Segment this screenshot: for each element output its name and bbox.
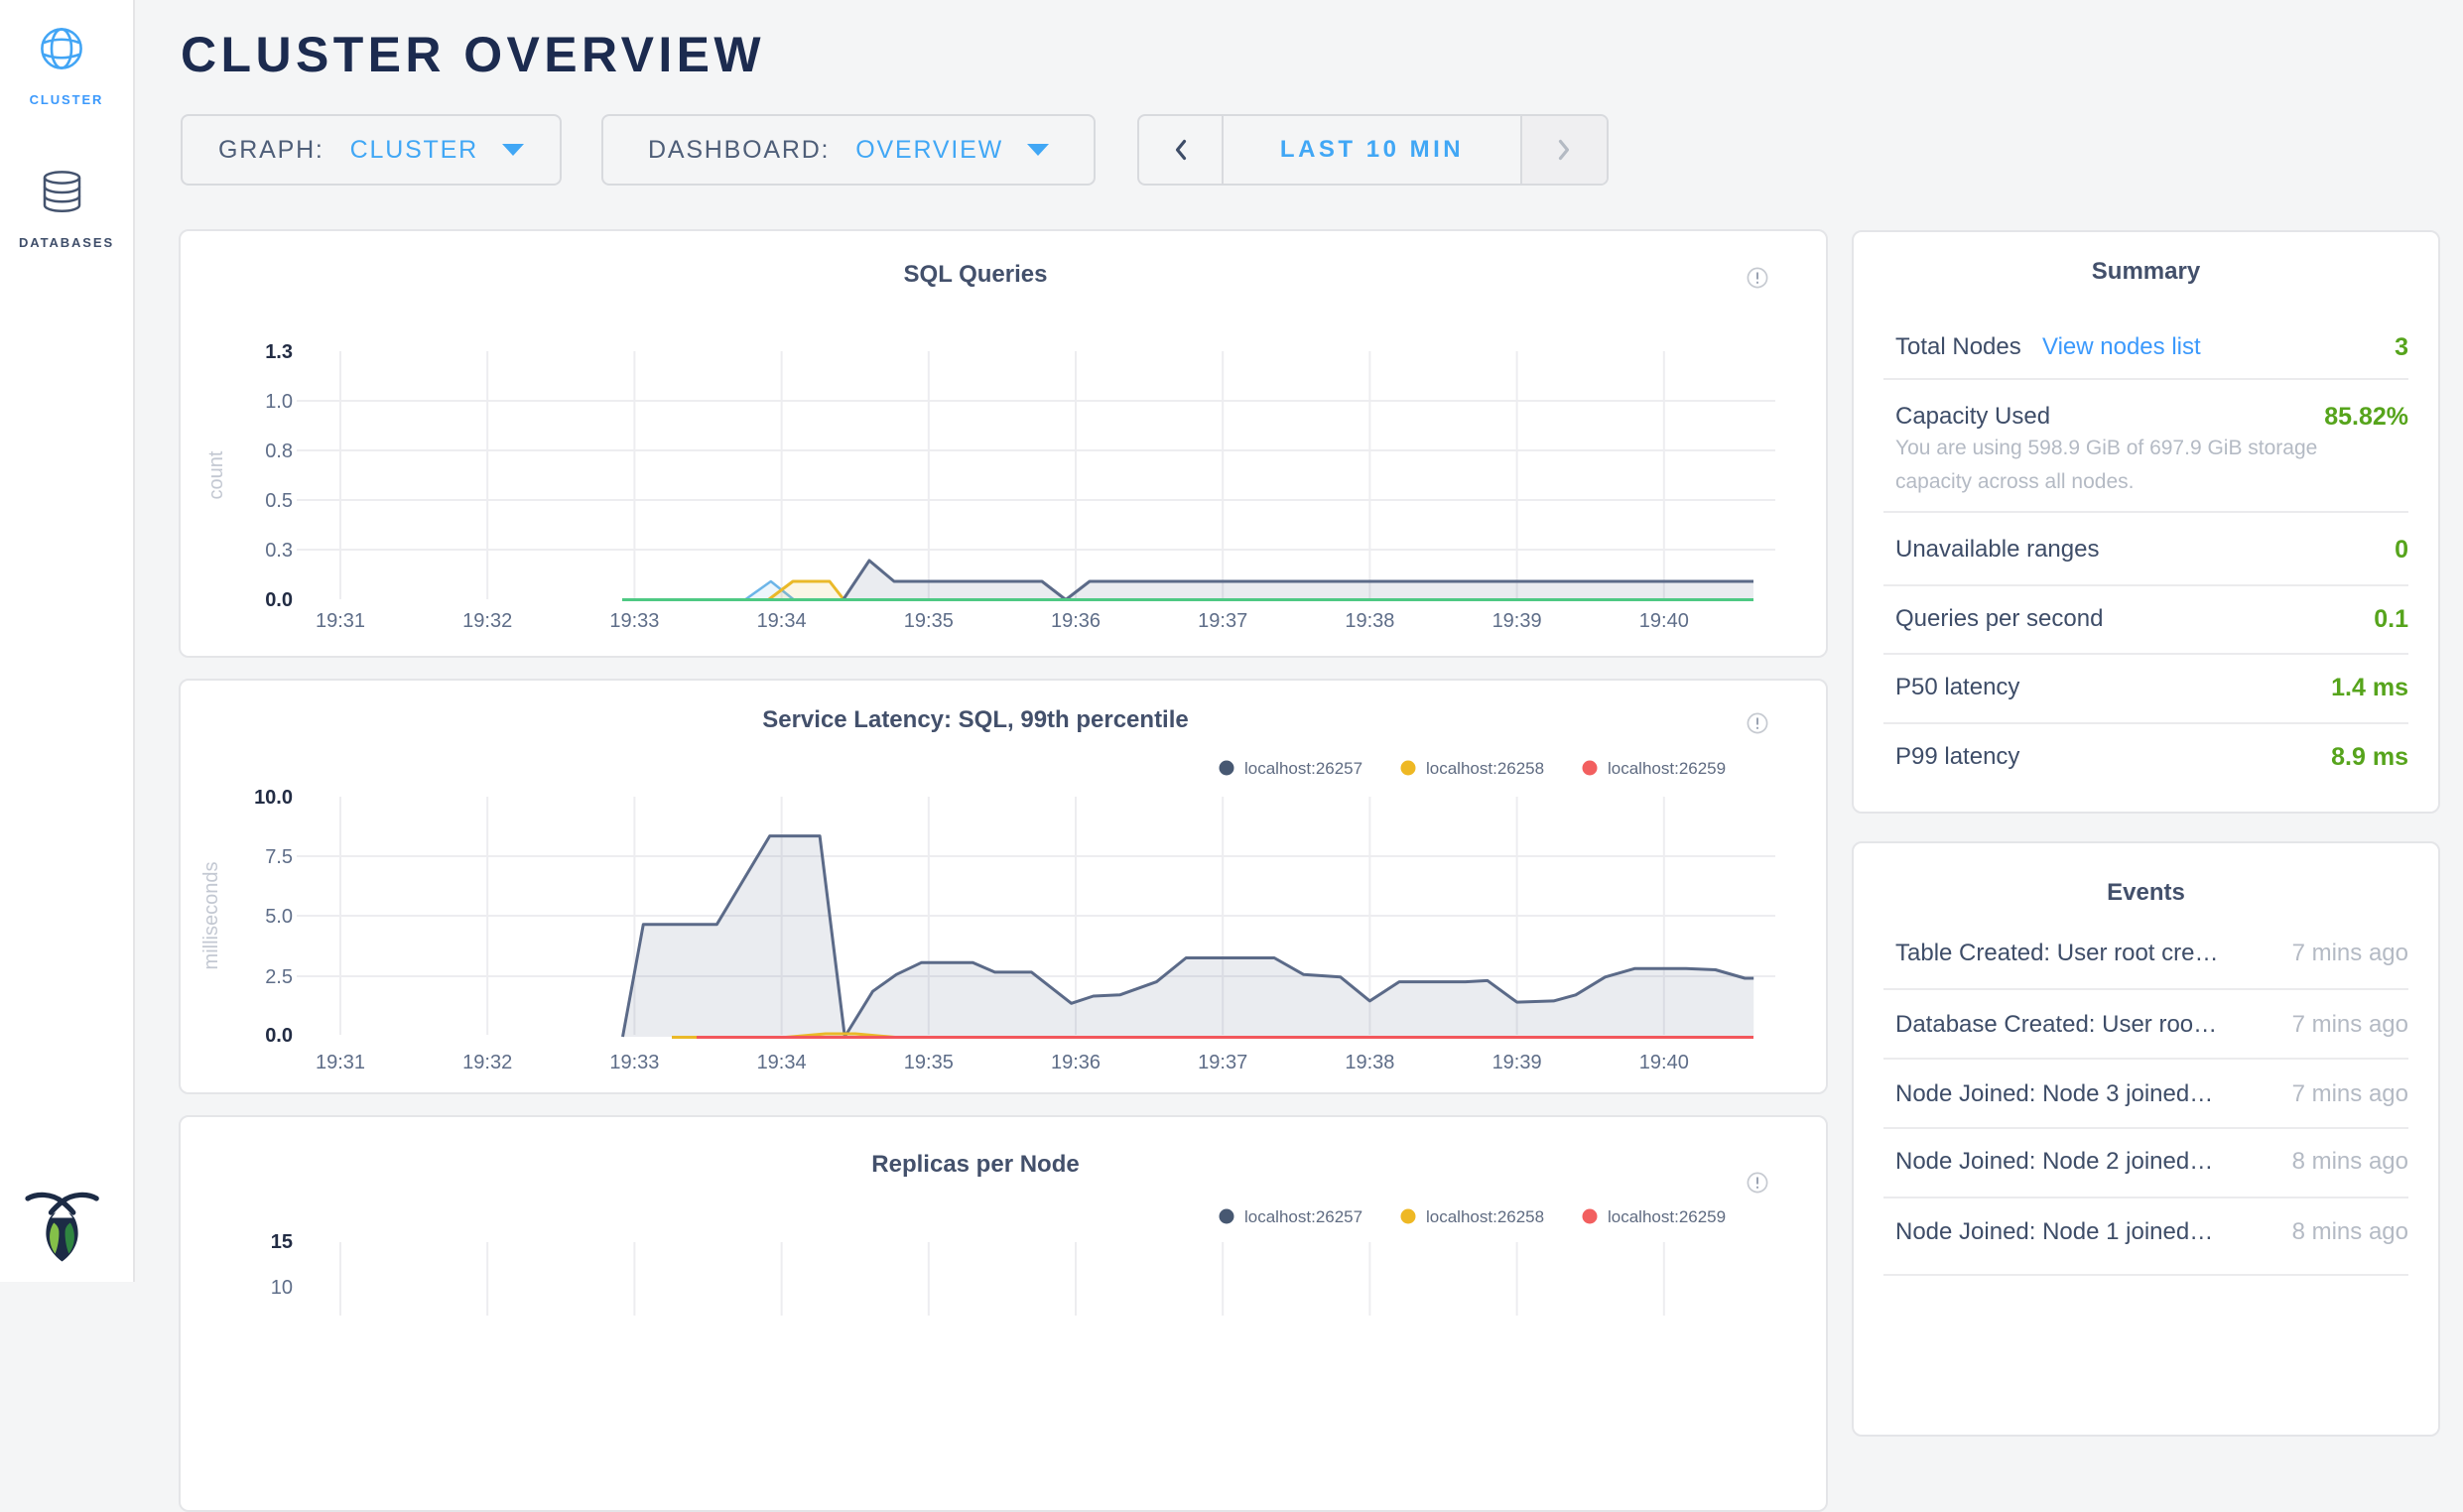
svg-text:localhost:26259: localhost:26259	[1608, 1207, 1726, 1226]
svg-text:19:39: 19:39	[1492, 1052, 1542, 1073]
svg-text:0.0: 0.0	[265, 1025, 293, 1047]
svg-text:19:34: 19:34	[757, 610, 807, 632]
svg-text:19:36: 19:36	[1051, 1052, 1101, 1073]
svg-text:19:37: 19:37	[1198, 610, 1247, 632]
svg-text:19:32: 19:32	[462, 610, 512, 632]
svg-text:15: 15	[271, 1231, 293, 1253]
svg-text:1.0: 1.0	[265, 391, 293, 413]
svg-text:19:38: 19:38	[1345, 1052, 1394, 1073]
svg-text:7.5: 7.5	[265, 846, 293, 868]
svg-text:19:35: 19:35	[904, 610, 954, 632]
svg-text:19:40: 19:40	[1639, 610, 1689, 632]
svg-text:milliseconds: milliseconds	[200, 862, 222, 970]
svg-text:localhost:26257: localhost:26257	[1244, 759, 1362, 778]
svg-text:19:40: 19:40	[1639, 1052, 1689, 1073]
svg-text:0.8: 0.8	[265, 441, 293, 462]
svg-text:19:32: 19:32	[462, 1052, 512, 1073]
svg-text:localhost:26257: localhost:26257	[1244, 1207, 1362, 1226]
svg-text:19:36: 19:36	[1051, 610, 1101, 632]
svg-text:19:37: 19:37	[1198, 1052, 1247, 1073]
svg-text:localhost:26258: localhost:26258	[1426, 1207, 1544, 1226]
svg-text:localhost:26259: localhost:26259	[1608, 759, 1726, 778]
svg-text:10: 10	[271, 1277, 293, 1299]
svg-text:10.0: 10.0	[254, 787, 293, 809]
svg-text:19:34: 19:34	[757, 1052, 807, 1073]
svg-text:19:33: 19:33	[609, 1052, 659, 1073]
svg-text:0.5: 0.5	[265, 490, 293, 512]
svg-text:19:39: 19:39	[1492, 610, 1542, 632]
svg-text:0.3: 0.3	[265, 540, 293, 562]
svg-text:0.0: 0.0	[265, 589, 293, 611]
svg-text:1.3: 1.3	[265, 341, 293, 363]
svg-text:19:33: 19:33	[609, 610, 659, 632]
svg-text:19:31: 19:31	[316, 1052, 365, 1073]
svg-text:19:31: 19:31	[316, 610, 365, 632]
svg-text:19:35: 19:35	[904, 1052, 954, 1073]
svg-text:19:38: 19:38	[1345, 610, 1394, 632]
svg-text:2.5: 2.5	[265, 966, 293, 988]
svg-text:5.0: 5.0	[265, 906, 293, 928]
svg-text:count: count	[205, 450, 227, 499]
svg-text:localhost:26258: localhost:26258	[1426, 759, 1544, 778]
